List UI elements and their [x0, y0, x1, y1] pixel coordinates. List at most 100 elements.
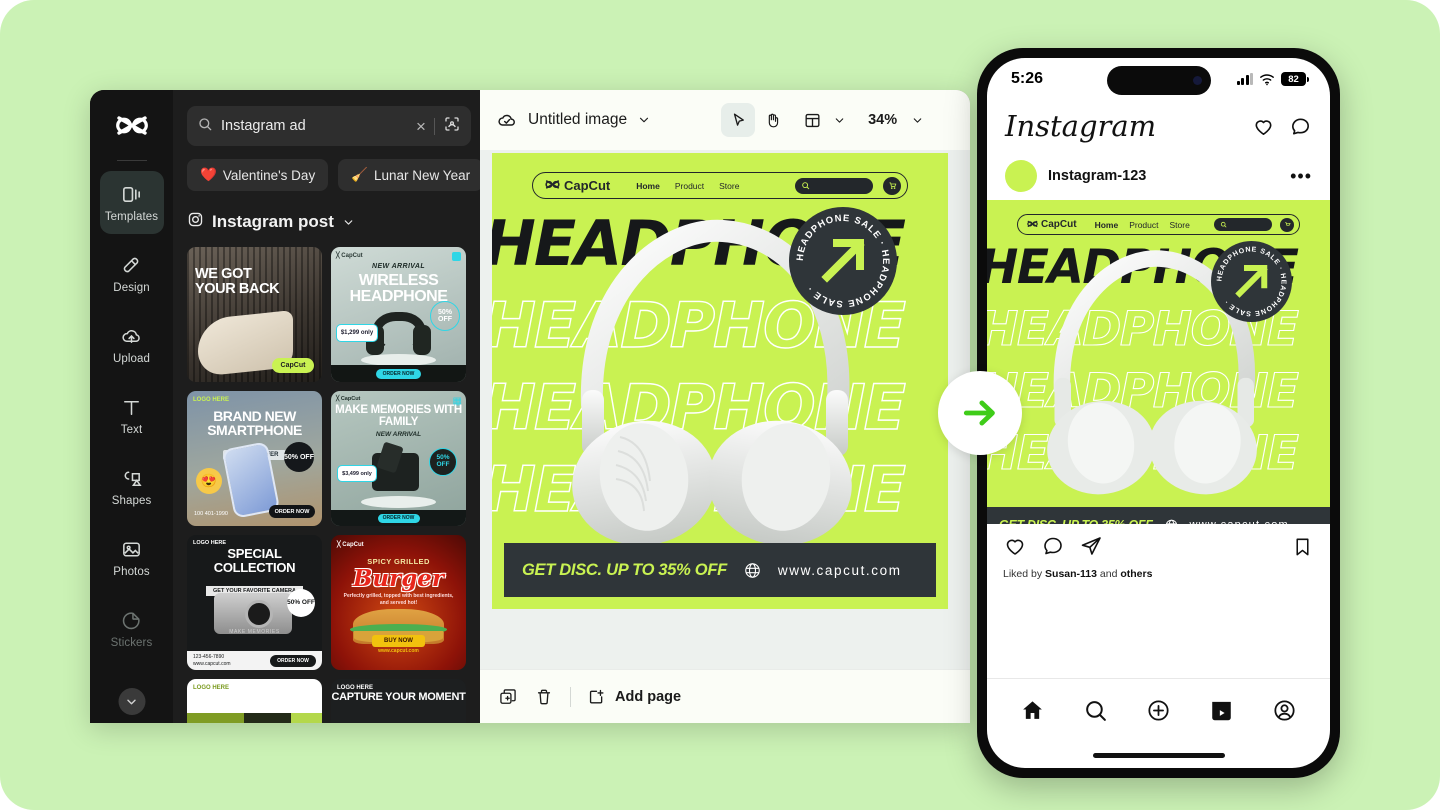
comment-icon[interactable]: [1041, 534, 1065, 558]
headphone-sale-badge: HEADPHONE SALE · HEADPHONE SALE ·: [789, 207, 897, 315]
sidebar-expand-button[interactable]: [118, 688, 145, 715]
heart-emoji: ❤️: [200, 167, 217, 182]
template-title: CAPTURE YOUR MOMENT: [331, 691, 466, 703]
category-selector[interactable]: Instagram post: [187, 211, 466, 233]
template-cta: ORDER NOW: [377, 513, 420, 523]
poster-url-mini: www.capcut.com: [1190, 519, 1289, 524]
zoom-chevron-down-icon[interactable]: [911, 114, 924, 127]
sidebar-item-shapes[interactable]: Shapes: [100, 455, 164, 518]
template-card[interactable]: LOGO HERE CAPTURE YOUR MOMENT: [331, 679, 466, 723]
share-icon[interactable]: [1079, 534, 1103, 558]
template-desc: Perfectly grilled, topped with best ingr…: [343, 593, 454, 606]
post-image[interactable]: CapCut Home Product Store HEADPHONE HEAD…: [987, 200, 1330, 524]
message-icon[interactable]: [1289, 115, 1312, 138]
duplicate-icon[interactable]: [498, 687, 518, 707]
add-page-button[interactable]: Add page: [587, 687, 681, 706]
sidebar-label: Design: [113, 281, 150, 294]
search-row: ×: [187, 106, 480, 146]
cart-icon: [889, 182, 896, 189]
sidebar-item-photos[interactable]: Photos: [100, 526, 164, 589]
post-username[interactable]: Instagram-123: [1048, 168, 1146, 184]
poster-footer: GET DISC. UP TO 35% OFF www.capcut.com: [504, 543, 936, 597]
poster-design[interactable]: CapCut Home Product Store HEADPHONE HEAD…: [492, 153, 948, 609]
template-card[interactable]: LOGO HERE SPECIAL COLLECTION GET YOUR FA…: [187, 535, 322, 670]
transfer-arrow-button[interactable]: [938, 371, 1022, 455]
sidebar-item-templates[interactable]: Templates: [99, 171, 164, 234]
poster-nav-store[interactable]: Store: [719, 181, 739, 191]
template-card[interactable]: LOGO HERE BRAND NEW SMARTPHONE SPECIAL O…: [187, 391, 322, 526]
cloud-check-icon[interactable]: [496, 109, 518, 131]
poster-search-field[interactable]: [795, 177, 873, 194]
template-url: www.capcut.com: [193, 660, 231, 667]
clear-search-icon[interactable]: ×: [416, 118, 426, 135]
avatar[interactable]: [1005, 160, 1037, 192]
search-icon: [802, 182, 810, 190]
post-more-options-icon[interactable]: •••: [1290, 166, 1312, 187]
home-icon[interactable]: [1020, 698, 1045, 723]
template-card[interactable]: ╳ CapCut SPICY GRILLED Burger Perfectly …: [331, 535, 466, 670]
heart-icon[interactable]: [1003, 534, 1027, 558]
capcut-logo-icon[interactable]: [90, 104, 173, 154]
hand-tool-button[interactable]: [755, 103, 789, 137]
profile-icon[interactable]: [1272, 698, 1297, 723]
poster-cart-button-mini: [1280, 217, 1294, 232]
document-menu-chevron-down-icon[interactable]: [637, 113, 651, 127]
search-icon[interactable]: [1083, 698, 1108, 723]
template-badge: 50% OFF: [284, 442, 314, 473]
document-name[interactable]: Untitled image: [528, 111, 627, 129]
bookmark-icon[interactable]: [1291, 535, 1314, 558]
zoom-level[interactable]: 34%: [868, 112, 897, 128]
chip-label: Lunar New Year: [374, 167, 471, 183]
capcut-logo-icon: [545, 179, 560, 189]
search-box[interactable]: ×: [187, 106, 471, 146]
poster-nav-home[interactable]: Home: [636, 181, 660, 191]
template-card[interactable]: ╳ CapCut NEW ARRIVAL WIRELESS HEADPHONE …: [331, 247, 466, 382]
layout-tool-button[interactable]: [795, 103, 829, 137]
post-actions: [987, 524, 1330, 568]
firecracker-emoji: 🧹: [351, 167, 369, 182]
capcut-logo-icon: [1027, 220, 1038, 227]
template-title: MAKE MEMORIES WITH FAMILY: [335, 404, 462, 429]
liked-username[interactable]: Susan-113: [1045, 568, 1097, 580]
sidebar-item-upload[interactable]: Upload: [100, 313, 164, 376]
chip-lunar-new-year[interactable]: 🧹 Lunar New Year: [338, 159, 480, 191]
sidebar-label: Photos: [113, 565, 150, 578]
sidebar-item-design[interactable]: Design: [100, 242, 164, 305]
poster-navbar: CapCut Home Product Store: [532, 172, 908, 199]
chip-valentines[interactable]: ❤️ Valentine's Day: [187, 159, 329, 191]
template-url: www.capcut.com: [378, 647, 419, 654]
liked-others[interactable]: others: [1120, 568, 1152, 580]
heart-icon[interactable]: [1252, 115, 1275, 138]
template-price: $3,499 only: [337, 465, 377, 483]
shapes-icon: [120, 467, 143, 490]
headphone-sale-badge-mini: HEADPHONE SALE · HEADPHONE SALE ·: [1211, 241, 1292, 322]
badge-ring-text: HEADPHONE SALE · HEADPHONE SALE ·: [794, 212, 891, 310]
phone-mockup: 5:26 82 Instagram Instagram-123 ••• CapC…: [977, 48, 1340, 778]
photos-icon: [120, 538, 143, 561]
sidebar-item-text[interactable]: Text: [100, 384, 164, 447]
sidebar-item-stickers[interactable]: Stickers: [100, 597, 164, 660]
poster-nav-product[interactable]: Product: [675, 181, 704, 191]
search-input[interactable]: [221, 118, 408, 134]
arrow-right-icon: [963, 400, 995, 426]
select-tool-button[interactable]: [721, 103, 756, 137]
add-icon[interactable]: [1146, 698, 1171, 723]
layout-chevron-down-icon[interactable]: [833, 114, 846, 127]
image-search-icon[interactable]: [443, 115, 461, 138]
template-badge: 50% OFF: [430, 301, 460, 331]
left-sidebar: Templates Design Upload Text Shapes Phot…: [90, 90, 173, 723]
template-badge: 50% OFF: [429, 447, 457, 476]
template-card[interactable]: LOGO HERE: [187, 679, 322, 723]
poster-cart-button[interactable]: [883, 176, 901, 195]
poster-brand-label: CapCut: [564, 178, 611, 193]
template-cta: BUY NOW: [372, 635, 425, 648]
trash-icon[interactable]: [534, 687, 554, 707]
front-camera-icon: [1192, 76, 1202, 85]
add-page-label: Add page: [615, 688, 682, 705]
design-canvas[interactable]: CapCut Home Product Store HEADPHONE HEAD…: [480, 150, 970, 669]
reels-icon[interactable]: [1209, 698, 1234, 723]
template-cta: ORDER NOW: [270, 654, 316, 667]
template-card[interactable]: WE GOT YOUR BACK CapCut: [187, 247, 322, 382]
bottom-tab-bar: [987, 678, 1330, 742]
template-card[interactable]: ╳ CapCut ▦ MAKE MEMORIES WITH FAMILY NEW…: [331, 391, 466, 526]
